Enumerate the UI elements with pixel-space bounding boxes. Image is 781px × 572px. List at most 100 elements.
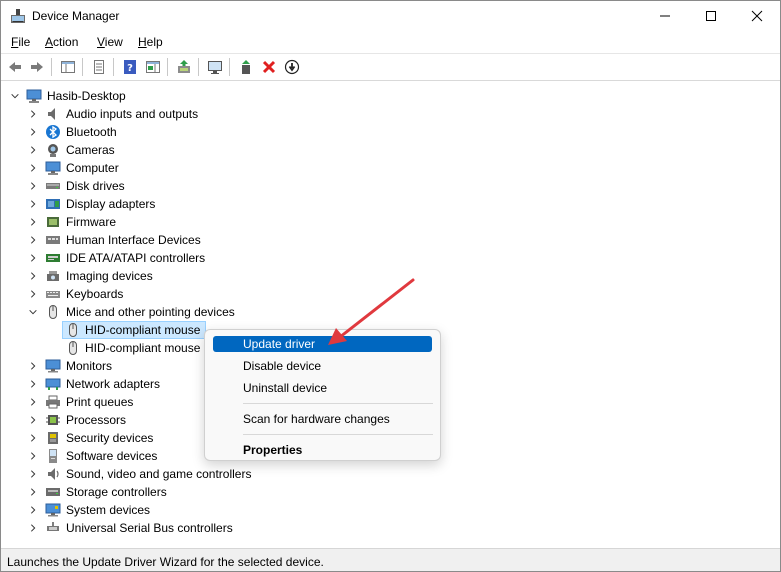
tree-category-label: Firmware — [66, 215, 116, 229]
mouse-icon — [65, 340, 81, 356]
expand-chevron-icon[interactable] — [27, 252, 39, 264]
tree-category-ide-ata-atapi-controllers[interactable]: IDE ATA/ATAPI controllers — [1, 249, 780, 267]
tree-category-bluetooth[interactable]: Bluetooth — [1, 123, 780, 141]
back-button[interactable] — [5, 57, 25, 77]
toolbar-separator — [82, 58, 83, 76]
menu-view[interactable]: View — [97, 35, 123, 49]
forward-button[interactable] — [27, 57, 47, 77]
properties-button[interactable] — [89, 57, 109, 77]
expand-chevron-icon[interactable] — [27, 522, 39, 534]
tree-category-label: Disk drives — [66, 179, 125, 193]
tree-category-storage-controllers[interactable]: Storage controllers — [1, 483, 780, 501]
firmware-icon — [45, 214, 61, 230]
expand-chevron-icon[interactable] — [27, 108, 39, 120]
expand-chevron-icon[interactable] — [27, 378, 39, 390]
expand-chevron-icon[interactable] — [27, 432, 39, 444]
tree-category-human-interface-devices[interactable]: Human Interface Devices — [1, 231, 780, 249]
expand-chevron-icon[interactable] — [27, 468, 39, 480]
close-button[interactable] — [734, 1, 780, 31]
minimize-icon — [660, 15, 670, 17]
tree-category-label: Imaging devices — [66, 269, 153, 283]
tree-category-label: Cameras — [66, 143, 115, 157]
ctx-scan-hardware[interactable]: Scan for hardware changes — [213, 411, 432, 427]
ctx-uninstall-device[interactable]: Uninstall device — [213, 380, 432, 396]
expand-chevron-icon[interactable] — [27, 180, 39, 192]
enable-device-button[interactable] — [236, 57, 256, 77]
disable-device-button[interactable] — [282, 57, 302, 77]
menu-action[interactable]: Action — [45, 35, 78, 49]
tree-device-label: HID-compliant mouse — [85, 323, 201, 337]
back-icon — [9, 62, 21, 72]
tree-category-firmware[interactable]: Firmware — [1, 213, 780, 231]
scan-hardware-button[interactable] — [205, 57, 225, 77]
help-button[interactable]: ? — [120, 57, 140, 77]
update-driver-button[interactable] — [174, 57, 194, 77]
ctx-disable-device[interactable]: Disable device — [213, 358, 432, 374]
minimize-button[interactable] — [642, 1, 688, 31]
device-manager-icon — [10, 8, 26, 24]
svg-text:?: ? — [127, 63, 133, 74]
tree-category-label: Print queues — [66, 395, 134, 409]
security-device-icon — [45, 430, 61, 446]
toolbar-separator — [198, 58, 199, 76]
tree-category-label: Audio inputs and outputs — [66, 107, 199, 121]
tree-category-mice-and-other-pointing-devices[interactable]: Mice and other pointing devices — [1, 303, 780, 321]
expand-chevron-icon[interactable] — [27, 360, 39, 372]
speaker-icon — [45, 106, 61, 122]
expand-chevron-icon[interactable] — [27, 216, 39, 228]
tree-category-disk-drives[interactable]: Disk drives — [1, 177, 780, 195]
collapse-chevron-icon[interactable] — [9, 90, 21, 102]
tree-category-label: Processors — [66, 413, 127, 427]
show-hide-console-tree-button[interactable] — [58, 57, 78, 77]
monitor-icon — [45, 358, 61, 374]
expand-chevron-icon[interactable] — [27, 486, 39, 498]
properties-icon — [94, 60, 104, 74]
device-tree[interactable]: Hasib-Desktop Audio inputs and outputs Bl… — [1, 81, 780, 547]
expand-chevron-icon[interactable] — [27, 450, 39, 462]
tree-category-universal-serial-bus-controllers[interactable]: Universal Serial Bus controllers — [1, 519, 780, 537]
tree-category-imaging-devices[interactable]: Imaging devices — [1, 267, 780, 285]
expand-chevron-icon[interactable] — [27, 396, 39, 408]
uninstall-button[interactable] — [259, 57, 279, 77]
expand-chevron-icon[interactable] — [27, 126, 39, 138]
menu-file[interactable]: File — [11, 35, 30, 49]
menu-help[interactable]: Help — [138, 35, 163, 49]
ctx-properties[interactable]: Properties — [213, 442, 432, 458]
show-hide-console-tree-icon — [61, 61, 75, 73]
tree-category-cameras[interactable]: Cameras — [1, 141, 780, 159]
expand-chevron-icon[interactable] — [27, 144, 39, 156]
printer-icon — [45, 394, 61, 410]
expand-chevron-icon[interactable] — [27, 288, 39, 300]
tree-category-computer[interactable]: Computer — [1, 159, 780, 177]
keyboard-icon — [45, 286, 61, 302]
expand-chevron-icon[interactable] — [27, 270, 39, 282]
sound-controller-icon — [45, 466, 61, 482]
expand-chevron-icon[interactable] — [27, 198, 39, 210]
expand-chevron-icon[interactable] — [27, 504, 39, 516]
software-device-icon — [45, 448, 61, 464]
tree-category-sound-video-and-game-controllers[interactable]: Sound, video and game controllers — [1, 465, 780, 483]
network-adapter-icon — [45, 376, 61, 392]
ctx-update-driver[interactable]: Update driver — [213, 336, 432, 352]
action-pane-button[interactable] — [143, 57, 163, 77]
title-bar[interactable]: Device Manager — [1, 1, 780, 31]
tree-category-system-devices[interactable]: System devices — [1, 501, 780, 519]
maximize-button[interactable] — [688, 1, 734, 31]
tree-category-label: Mice and other pointing devices — [66, 305, 235, 319]
update-driver-icon — [178, 60, 190, 73]
collapse-chevron-icon[interactable] — [27, 306, 39, 318]
maximize-icon — [706, 11, 716, 21]
tree-category-label: Sound, video and game controllers — [66, 467, 252, 481]
tree-category-label: Computer — [66, 161, 119, 175]
processor-icon — [45, 412, 61, 428]
expand-chevron-icon[interactable] — [27, 414, 39, 426]
mouse-icon — [45, 304, 61, 320]
tree-category-audio-inputs-and-outputs[interactable]: Audio inputs and outputs — [1, 105, 780, 123]
tree-root-row[interactable]: Hasib-Desktop — [1, 87, 780, 105]
tree-category-display-adapters[interactable]: Display adapters — [1, 195, 780, 213]
expand-chevron-icon[interactable] — [27, 234, 39, 246]
tree-category-keyboards[interactable]: Keyboards — [1, 285, 780, 303]
tree-root-label: Hasib-Desktop — [47, 89, 126, 103]
expand-chevron-icon[interactable] — [27, 162, 39, 174]
tree-device-label: HID-compliant mouse — [85, 341, 201, 355]
